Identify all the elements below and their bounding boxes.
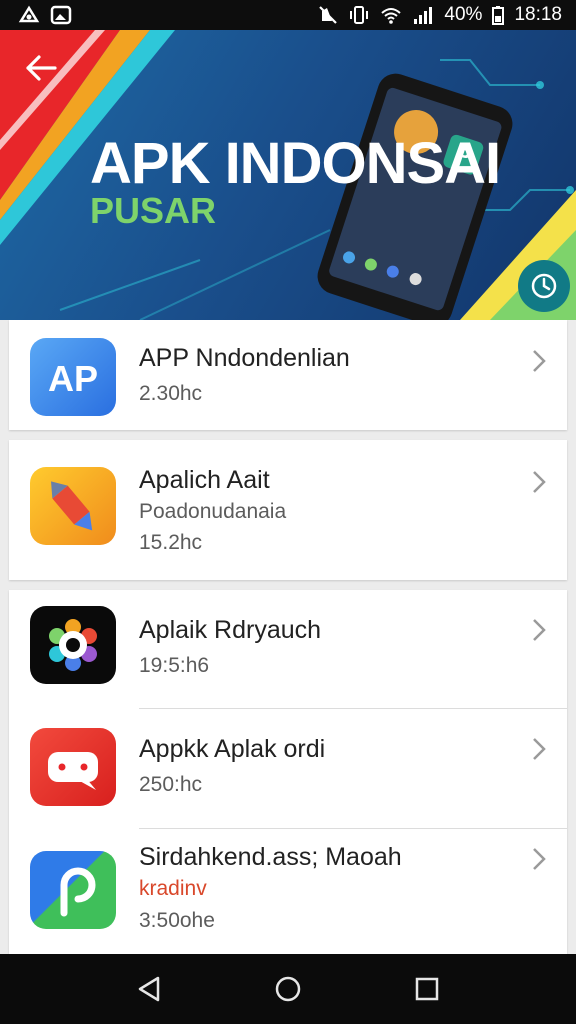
app-description: kradinv (139, 877, 207, 900)
app-description: Poadonudanaia (139, 500, 287, 523)
signal-icon (414, 7, 433, 24)
app-list: AP APP Nndondenlian 2.30hc Apalich Aait … (0, 320, 576, 954)
ap-logo-icon: AP (30, 338, 116, 416)
app-card: Aplaik Rdryauch 19:5:h6 Appkk Aplak ordi… (9, 590, 567, 954)
chevron-right-icon (533, 619, 546, 641)
banner-subtitle: PUSAR (90, 190, 217, 231)
app-card: Apalich Aait Poadonudanaia 15.2hc (9, 440, 567, 580)
navigation-bar (0, 954, 576, 1024)
nav-back-button[interactable] (119, 964, 179, 1014)
battery-percent: 40% (444, 4, 483, 25)
list-item[interactable]: AP APP Nndondenlian 2.30hc (9, 320, 567, 430)
vibrate-icon (350, 6, 369, 24)
app-meta: 15.2hc (139, 531, 203, 554)
mute-icon (319, 6, 338, 24)
history-button[interactable] (518, 260, 570, 312)
pencil-rocket-icon (30, 467, 116, 545)
header-banner: P APK INDONSAI PUSAR (0, 30, 576, 320)
app-card: AP APP Nndondenlian 2.30hc (9, 320, 567, 430)
recents-square-icon (415, 977, 438, 1001)
app-meta: 3:50ohe (139, 909, 215, 932)
battery-icon (492, 6, 505, 25)
status-time: 18:18 (514, 4, 562, 25)
list-item[interactable]: Aplaik Rdryauch 19:5:h6 (9, 590, 567, 708)
status-bar: 40% 18:18 (0, 0, 576, 30)
svg-text:AP: AP (48, 358, 98, 399)
chevron-right-icon (533, 350, 546, 372)
list-item[interactable]: Sirdahkend.ass; Maoah kradinv 3:50ohe (9, 829, 567, 954)
photo-notification-icon (50, 5, 72, 25)
app-notification-icon (18, 5, 40, 23)
app-name: Appkk Aplak ordi (139, 735, 326, 763)
p-letter-icon (30, 851, 116, 929)
app-name: Aplaik Rdryauch (139, 616, 322, 644)
app-meta: 250:hc (139, 773, 203, 796)
back-triangle-icon (139, 976, 160, 1002)
app-name: Apalich Aait (139, 466, 270, 494)
list-item[interactable]: Appkk Aplak ordi 250:hc (9, 709, 567, 828)
clock-history-icon (531, 273, 557, 299)
wifi-icon (381, 8, 402, 24)
chat-bubble-icon (30, 728, 116, 806)
chevron-right-icon (533, 471, 546, 493)
app-meta: 2.30hc (139, 382, 203, 405)
arrow-left-icon (26, 55, 57, 81)
app-name: APP Nndondenlian (139, 344, 350, 372)
nav-home-button[interactable] (258, 964, 318, 1014)
back-button[interactable] (18, 48, 64, 88)
app-meta: 19:5:h6 (139, 654, 210, 677)
app-name: Sirdahkend.ass; Maoah (139, 843, 402, 871)
nav-recents-button[interactable] (397, 964, 457, 1014)
home-circle-icon (275, 976, 301, 1002)
list-item[interactable]: Apalich Aait Poadonudanaia 15.2hc (9, 440, 567, 580)
chevron-right-icon (533, 738, 546, 760)
banner-title: APK INDONSAI (90, 131, 501, 196)
chevron-right-icon (533, 848, 546, 870)
gear-flower-icon (30, 606, 116, 684)
